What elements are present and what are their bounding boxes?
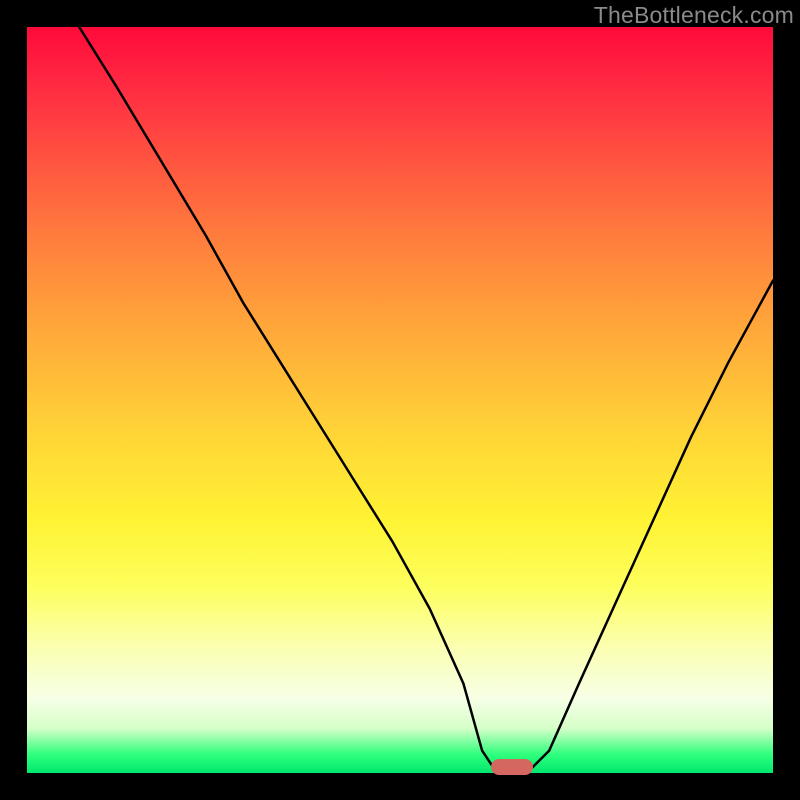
chart-frame: TheBottleneck.com [0, 0, 800, 800]
watermark-text: TheBottleneck.com [594, 2, 794, 29]
bottleneck-curve [27, 27, 773, 773]
plot-area [27, 27, 773, 773]
optimal-marker [491, 759, 533, 775]
